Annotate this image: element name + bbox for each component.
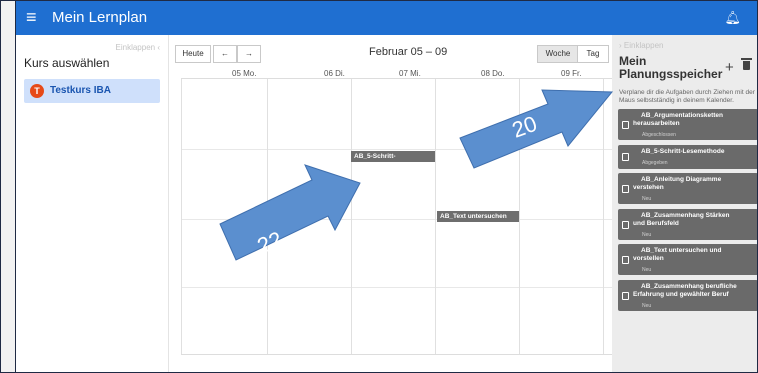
calendar: Heute ← → Februar 05 – 09 Woche Tag 05 M… [168,35,615,372]
task-name-line: Erfahrung und gewählter Beruf [633,291,729,298]
clipboard-icon [622,221,629,229]
task-name: AB_5-Schritt-Lesemethode [633,148,753,156]
task-status: Abgegeben [642,160,668,166]
task-status: Neu [642,303,652,309]
day-header: 09 Fr. [561,69,582,78]
calendar-grid[interactable]: AB_5-Schritt- AB_Text untersuchen [181,78,615,355]
task-name-line: AB_Argumentationsketten [641,112,723,119]
week-view-button[interactable]: Woche [537,45,579,63]
prev-week-button[interactable]: ← [213,45,237,63]
task-card[interactable]: AB_5-Schritt-Lesemethode Abgegeben [618,145,757,169]
task-status: Neu [642,232,652,238]
task-name: AB_Anleitung Diagramme verstehen [633,176,753,192]
calendar-event[interactable]: AB_5-Schritt- [351,151,435,162]
app-title: Mein Lernplan [52,9,148,26]
collapse-label: Einklappen [115,43,156,52]
grid-line [351,79,352,354]
day-header: 06 Di. [324,69,345,78]
app-header: ≡ Mein Lernplan 🔔︎ [16,1,757,35]
today-button[interactable]: Heute [175,45,211,63]
task-name: AB_Zusammenhang berufliche Erfahrung und … [633,283,753,299]
course-panel-collapse-button[interactable]: Einklappen ‹ [116,43,160,52]
task-name-line: AB_5-Schritt-Lesemethode [641,148,725,155]
grid-line [435,79,436,354]
task-card[interactable]: AB_Anleitung Diagramme verstehen Neu [618,173,757,204]
task-name-line: verstehen [633,184,664,191]
day-view-button[interactable]: Tag [577,45,609,63]
task-name-line: herausarbeiten [633,120,680,127]
task-card[interactable]: AB_Text untersuchen und vorstellen Neu [618,244,757,275]
task-card[interactable]: AB_Zusammenhang Stärken und Berufsfeld Ne… [618,209,757,240]
clipboard-icon [622,185,629,193]
clipboard-icon [622,153,629,161]
collapse-label: Einklappen [623,41,664,50]
clipboard-icon [622,256,629,264]
calendar-event[interactable]: AB_Text untersuchen [437,211,519,222]
add-icon[interactable]: + [725,59,734,76]
grid-line [181,79,182,354]
course-label: Testkurs IBA [50,85,111,96]
trash-icon[interactable] [741,58,752,70]
planner-title: Mein Planungsspeicher [619,54,723,81]
task-name: AB_Text untersuchen und vorstellen [633,247,753,263]
task-status: Neu [642,267,652,273]
course-item[interactable]: T Testkurs IBA [24,79,160,103]
grid-line [267,79,268,354]
task-card[interactable]: AB_Argumentationsketten herausarbeiten Ab… [618,109,757,140]
course-heading: Kurs auswählen [24,56,110,70]
task-name-line: AB_Anleitung Diagramme [641,176,722,183]
clipboard-icon [622,121,629,129]
task-name-line: AB_Text untersuchen und [641,247,722,254]
task-name: AB_Argumentationsketten herausarbeiten [633,112,753,128]
task-name-line: vorstellen [633,255,664,262]
grid-line [603,79,604,354]
planner-panel: › Einklappen Mein Planungsspeicher + Ver… [612,35,757,372]
bell-icon[interactable]: 🔔︎ [724,10,741,26]
day-header: 05 Mo. [232,69,257,78]
day-header: 07 Mi. [399,69,421,78]
task-name-line: AB_Zusammenhang berufliche [641,283,737,290]
grid-line [181,219,615,220]
task-status: Abgeschlossen [642,132,676,138]
menu-icon[interactable]: ≡ [26,8,37,26]
course-avatar: T [30,84,44,98]
grid-line [181,149,615,150]
task-name: AB_Zusammenhang Stärken und Berufsfeld [633,212,753,228]
day-header: 08 Do. [481,69,505,78]
grid-line [519,79,520,354]
course-panel: Einklappen ‹ Kurs auswählen T Testkurs I… [16,35,168,372]
window-edge [1,1,16,372]
planner-collapse-button[interactable]: › Einklappen [619,41,663,50]
date-range: Februar 05 – 09 [369,46,448,58]
app-window: ≡ Mein Lernplan 🔔︎ Einklappen ‹ Kurs aus… [0,0,758,373]
task-name-line: und Berufsfeld [633,220,679,227]
task-status: Neu [642,196,652,202]
planner-description: Verplane dir die Aufgaben durch Ziehen m… [619,89,755,104]
task-card[interactable]: AB_Zusammenhang berufliche Erfahrung und … [618,280,757,311]
task-name-line: AB_Zusammenhang Stärken [641,212,730,219]
next-week-button[interactable]: → [237,45,261,63]
clipboard-icon [622,292,629,300]
grid-line [181,287,615,288]
